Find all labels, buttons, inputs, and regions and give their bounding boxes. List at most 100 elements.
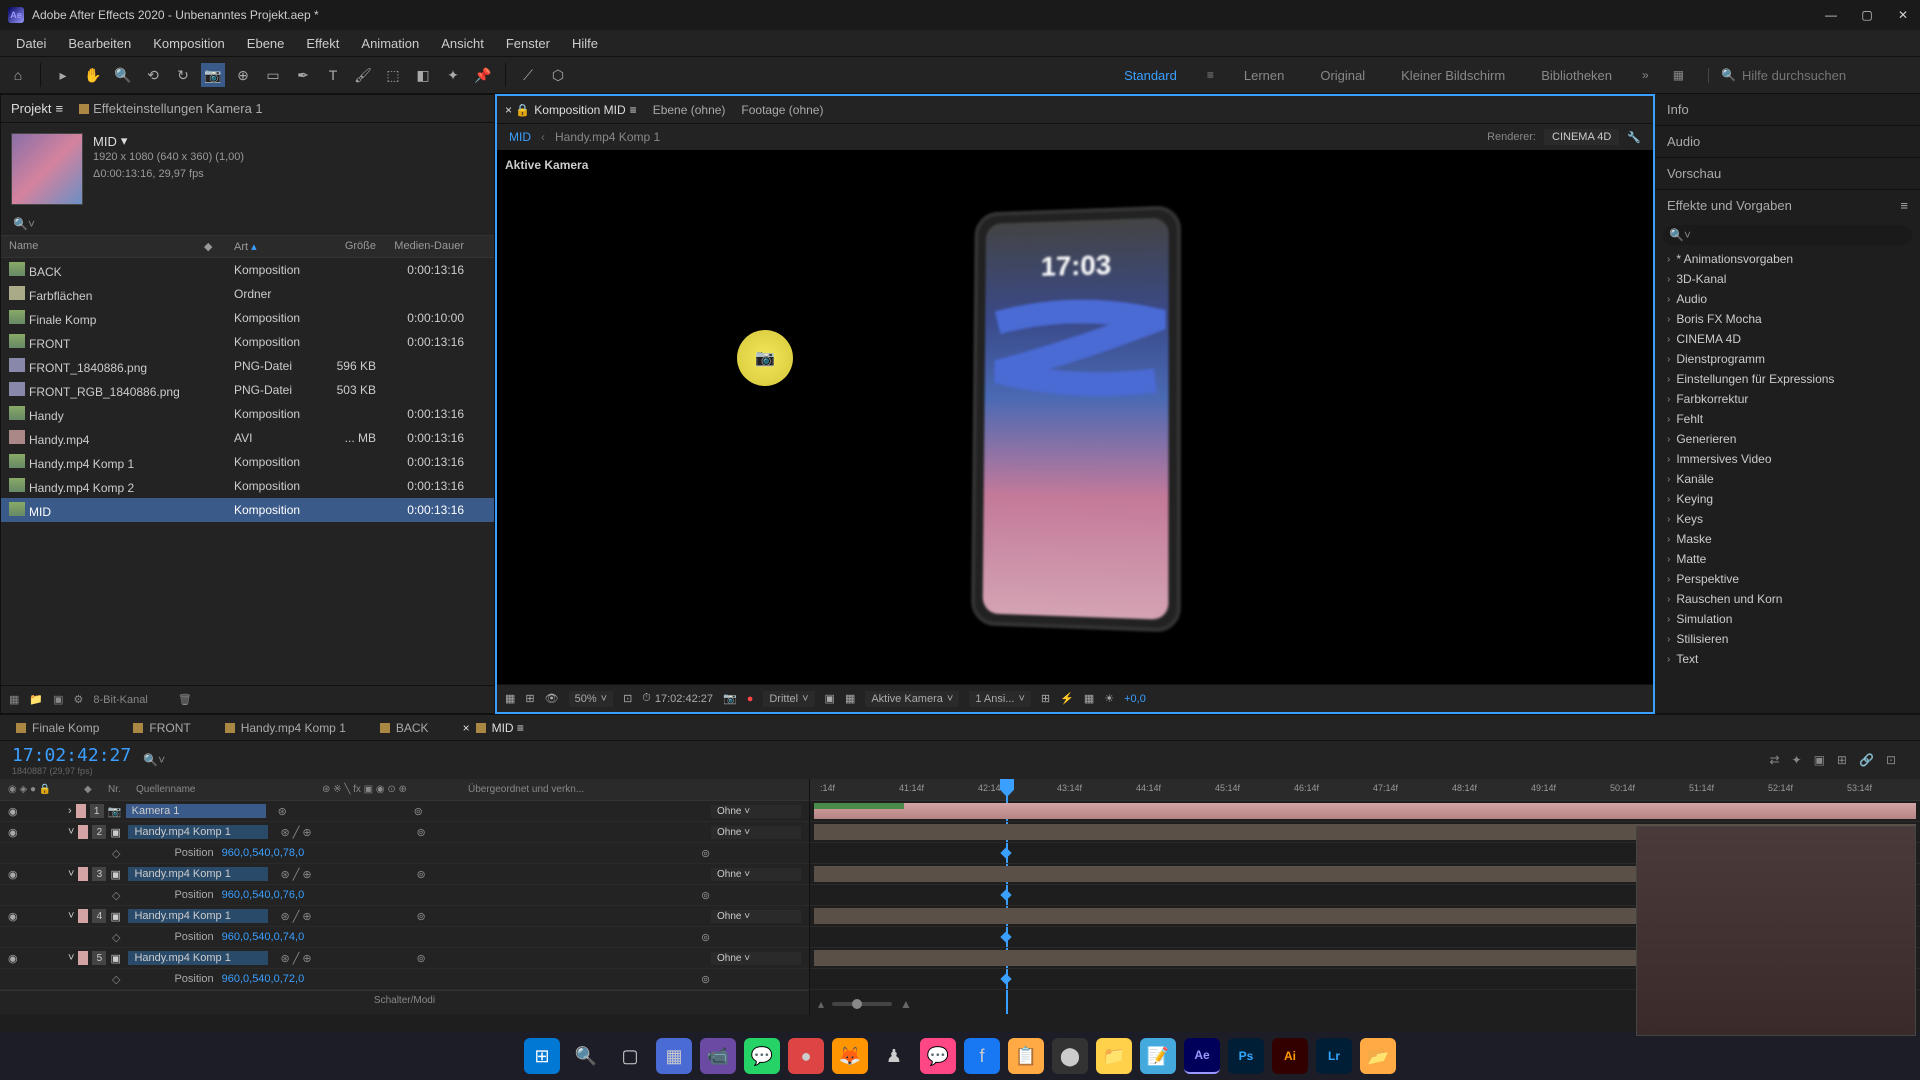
col-type[interactable]: Art ▴ [234, 240, 324, 253]
taskbar-firefox[interactable]: 🦊 [832, 1038, 868, 1074]
tab-footage[interactable]: Footage (ohne) [741, 103, 823, 117]
taskbar-app-7[interactable]: 📂 [1360, 1038, 1396, 1074]
effect-category[interactable]: ›Keys [1655, 509, 1920, 529]
anchor-tool[interactable]: ⊕ [231, 63, 255, 87]
pen-tool[interactable]: ✒ [291, 63, 315, 87]
taskbar-app-6[interactable]: 📝 [1140, 1038, 1176, 1074]
timeline-tab[interactable]: BACK [372, 718, 437, 738]
menu-window[interactable]: Fenster [496, 32, 560, 55]
help-search[interactable]: 🔍 [1708, 68, 1902, 83]
snapshot-icon[interactable]: 📷 [723, 692, 737, 705]
timeline-search-icon[interactable]: 🔍˅ [143, 753, 165, 767]
workspace-standard[interactable]: Standard [1118, 64, 1183, 87]
effect-category[interactable]: ›* Animationsvorgaben [1655, 249, 1920, 269]
layer-property[interactable]: ◇Position960,0,540,0,72,0⊚ [0, 969, 809, 990]
taskbar-explorer[interactable]: 📁 [1096, 1038, 1132, 1074]
pixel-icon[interactable]: ⊞ [1041, 692, 1050, 705]
panel-effects-presets[interactable]: Effekte und Vorgaben≡ [1655, 190, 1920, 221]
orbit-tool[interactable]: ⟲ [141, 63, 165, 87]
new-folder-icon[interactable]: 📁 [29, 693, 43, 706]
effect-category[interactable]: ›Immersives Video [1655, 449, 1920, 469]
renderer-value[interactable]: CINEMA 4D [1544, 129, 1619, 145]
effects-list[interactable]: ›* Animationsvorgaben›3D-Kanal›Audio›Bor… [1655, 249, 1920, 713]
timeline-layer[interactable]: ◉˅3▣Handy.mp4 Komp 1⊛ ╱ ⊕⊚Ohne ˅ [0, 864, 809, 885]
effect-category[interactable]: ›Maske [1655, 529, 1920, 549]
timecode-display[interactable]: ⏱ 17:02:42:27 [642, 692, 713, 705]
minimize-button[interactable]: — [1822, 6, 1840, 24]
menu-file[interactable]: Datei [6, 32, 56, 55]
selection-tool[interactable]: ▸ [51, 63, 75, 87]
effect-category[interactable]: ›Farbkorrektur [1655, 389, 1920, 409]
taskbar-app-3[interactable]: ● [788, 1038, 824, 1074]
effect-category[interactable]: ›Stilisieren [1655, 629, 1920, 649]
clone-tool[interactable]: ⬚ [381, 63, 405, 87]
close-button[interactable]: ✕ [1894, 6, 1912, 24]
zoom-tool[interactable]: 🔍 [111, 63, 135, 87]
project-item[interactable]: MIDKomposition0:00:13:16 [1, 498, 494, 522]
timeline-layer[interactable]: ◉˅5▣Handy.mp4 Komp 1⊛ ╱ ⊕⊚Ohne ˅ [0, 948, 809, 969]
res-icon[interactable]: ⊡ [623, 692, 632, 705]
effect-category[interactable]: ›Fehlt [1655, 409, 1920, 429]
menu-view[interactable]: Ansicht [431, 32, 494, 55]
effects-search[interactable]: 🔍˅ [1663, 225, 1912, 245]
timeline-footer[interactable]: Schalter/Modi [0, 990, 809, 1010]
mask-icon[interactable]: 👁 [545, 692, 559, 705]
col-duration[interactable]: Medien-Dauer [384, 240, 464, 253]
project-item[interactable]: FRONT_RGB_1840886.pngPNG-Datei503 KB [1, 378, 494, 402]
taskbar-illustrator[interactable]: Ai [1272, 1038, 1308, 1074]
axis-tool[interactable]: ⟋ [516, 63, 540, 87]
effect-category[interactable]: ›Text [1655, 649, 1920, 669]
time-ruler[interactable]: :14f41:14f42:14f43:14f44:14f45:14f46:14f… [810, 779, 1920, 801]
taskbar-photoshop[interactable]: Ps [1228, 1038, 1264, 1074]
timeline-tab[interactable]: × MID ≡ [455, 718, 532, 738]
menu-effect[interactable]: Effekt [296, 32, 349, 55]
interpret-icon[interactable]: ▦ [9, 693, 19, 706]
current-timecode[interactable]: 17:02:42:27 [12, 745, 131, 766]
brush-tool[interactable]: 🖌 [351, 63, 375, 87]
effect-category[interactable]: ›Rauschen und Korn [1655, 589, 1920, 609]
views-dropdown[interactable]: 1 Ansi... ˅ [969, 691, 1031, 707]
menu-animation[interactable]: Animation [351, 32, 429, 55]
zoom-dropdown[interactable]: 50% ˅ [569, 691, 613, 707]
effect-category[interactable]: ›Simulation [1655, 609, 1920, 629]
tab-composition[interactable]: × 🔒 Komposition MID ≡ [505, 103, 637, 117]
project-item[interactable]: FRONT_1840886.pngPNG-Datei596 KB [1, 354, 494, 378]
roi-icon[interactable]: ▣ [825, 692, 835, 705]
fast-icon[interactable]: ⚡ [1060, 692, 1074, 705]
workspace-learn[interactable]: Lernen [1238, 64, 1290, 87]
grid-icon[interactable]: ⊞ [525, 692, 534, 705]
tab-effect-controls[interactable]: Effekteinstellungen Kamera 1 [77, 97, 265, 120]
taskbar-app-5[interactable]: 📋 [1008, 1038, 1044, 1074]
col-tag[interactable]: ◆ [204, 240, 234, 253]
taskbar-aftereffects[interactable]: Ae [1184, 1038, 1220, 1074]
taskbar-app-4[interactable]: ♟ [876, 1038, 912, 1074]
effect-category[interactable]: ›Dienstprogramm [1655, 349, 1920, 369]
menu-edit[interactable]: Bearbeiten [58, 32, 141, 55]
effect-category[interactable]: ›Keying [1655, 489, 1920, 509]
tl-tool-4[interactable]: ⊞ [1837, 753, 1847, 767]
taskbar-taskview[interactable]: ▢ [612, 1038, 648, 1074]
menu-composition[interactable]: Komposition [143, 32, 235, 55]
hand-tool[interactable]: ✋ [81, 63, 105, 87]
tl-tool-5[interactable]: 🔗 [1859, 753, 1874, 767]
effect-category[interactable]: ›Perspektive [1655, 569, 1920, 589]
timeline-tab[interactable]: Finale Komp [8, 718, 107, 738]
timeline-layer[interactable]: ◉˅2▣Handy.mp4 Komp 1⊛ ╱ ⊕⊚Ohne ˅ [0, 822, 809, 843]
menu-help[interactable]: Hilfe [562, 32, 608, 55]
col-size[interactable]: Größe [324, 240, 384, 253]
channel-icon[interactable]: ● [747, 693, 754, 705]
project-item[interactable]: HandyKomposition0:00:13:16 [1, 402, 494, 426]
project-list[interactable]: BACKKomposition0:00:13:16FarbflächenOrdn… [1, 258, 494, 685]
eraser-tool[interactable]: ◧ [411, 63, 435, 87]
project-search-icon[interactable]: 🔍˅ [9, 213, 39, 235]
panel-preview[interactable]: Vorschau [1655, 158, 1920, 189]
bpc-label[interactable]: 8-Bit-Kanal [93, 694, 147, 706]
viewport[interactable]: Aktive Kamera 17:03 📷 [497, 150, 1653, 684]
tab-project[interactable]: Projekt ≡ [9, 97, 65, 120]
tl-tool-1[interactable]: ⇄ [1769, 753, 1779, 767]
taskbar-search[interactable]: 🔍 [568, 1038, 604, 1074]
project-item[interactable]: FRONTKomposition0:00:13:16 [1, 330, 494, 354]
workspace-overflow-icon[interactable]: » [1642, 68, 1649, 82]
exposure-value[interactable]: +0,0 [1124, 693, 1146, 705]
effect-category[interactable]: ›3D-Kanal [1655, 269, 1920, 289]
